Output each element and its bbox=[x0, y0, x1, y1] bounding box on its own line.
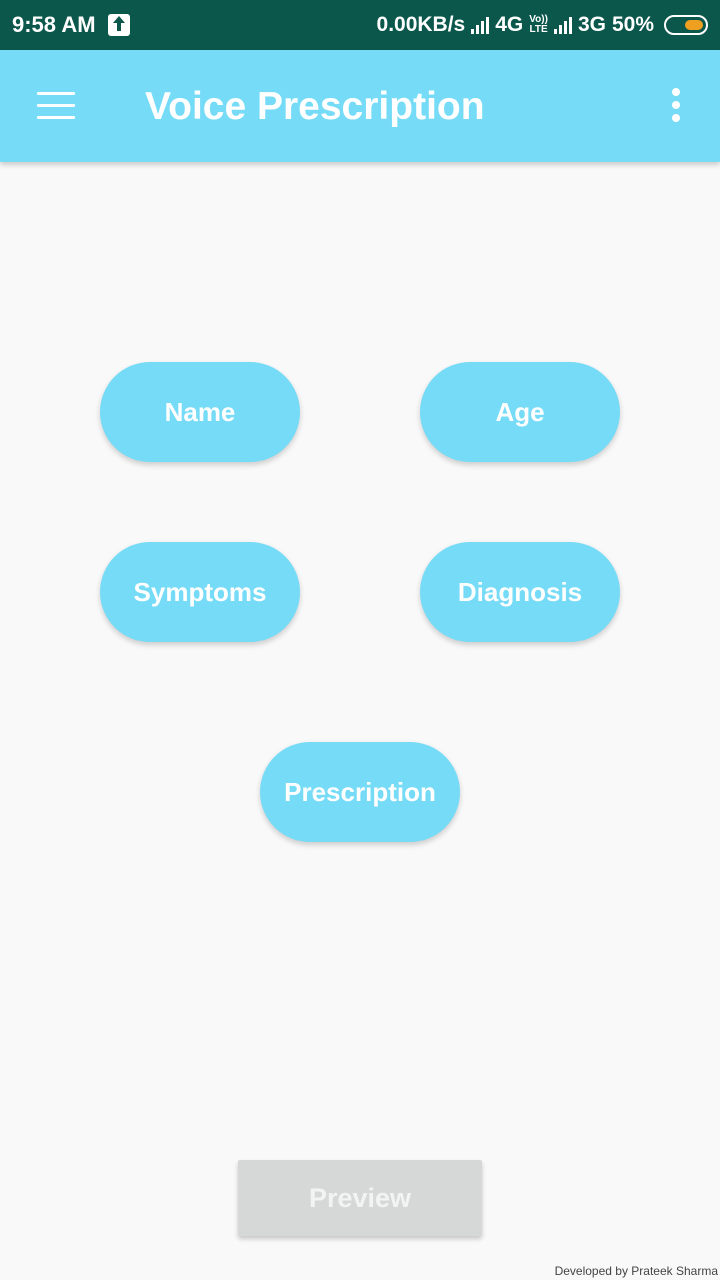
app-bar: Voice Prescription bbox=[0, 50, 720, 162]
diagnosis-button[interactable]: Diagnosis bbox=[420, 542, 620, 642]
network-type-2: 3G bbox=[577, 13, 606, 36]
app-title: Voice Prescription bbox=[145, 85, 485, 128]
status-bar: 9:58 AM 0.00KB/s 4G Vo)) LTE 3G 50% bbox=[0, 0, 720, 50]
volte-icon: Vo)) LTE bbox=[529, 15, 548, 35]
name-button[interactable]: Name bbox=[100, 362, 300, 462]
battery-percent: 50% bbox=[611, 13, 654, 36]
network-type-1: 4G bbox=[495, 13, 524, 36]
volte-bottom: LTE bbox=[529, 24, 548, 35]
signal-icon-2 bbox=[553, 16, 572, 34]
age-button[interactable]: Age bbox=[420, 362, 620, 462]
network-speed: 0.00KB/s bbox=[376, 13, 466, 36]
prescription-button[interactable]: Prescription bbox=[260, 742, 460, 842]
status-time: 9:58 AM bbox=[12, 12, 96, 37]
upload-icon bbox=[107, 14, 130, 36]
battery-icon bbox=[664, 15, 708, 35]
symptoms-button[interactable]: Symptoms bbox=[100, 542, 300, 642]
preview-button[interactable]: Preview bbox=[238, 1160, 482, 1236]
overflow-menu-icon[interactable] bbox=[668, 88, 684, 124]
signal-icon bbox=[471, 16, 490, 34]
developer-credit: Developed by Prateek Sharma bbox=[554, 1264, 718, 1278]
status-indicators: 0.00KB/s 4G Vo)) LTE 3G 50% bbox=[377, 13, 708, 37]
hamburger-menu-icon[interactable] bbox=[37, 92, 75, 120]
